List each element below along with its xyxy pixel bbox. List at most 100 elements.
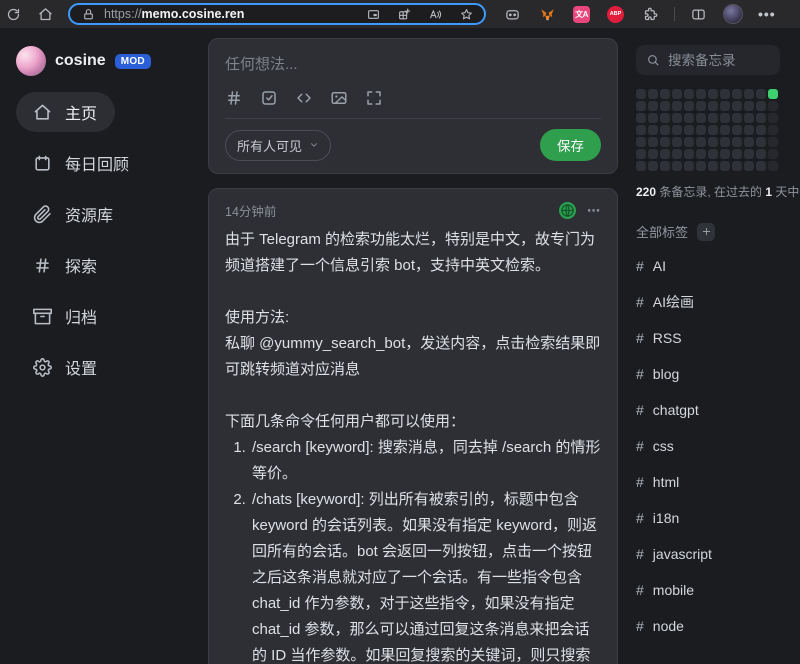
heatmap-cell bbox=[648, 161, 658, 171]
heatmap-cell bbox=[684, 161, 694, 171]
heatmap-cell bbox=[660, 125, 670, 135]
tag-name: RSS bbox=[653, 330, 682, 346]
address-bar[interactable]: https://memo.cosine.ren bbox=[68, 3, 486, 25]
tag-icon[interactable] bbox=[225, 89, 243, 107]
extensions-puzzle-icon[interactable] bbox=[641, 5, 659, 23]
tag-name: AI绘画 bbox=[653, 292, 694, 312]
heatmap-cell bbox=[756, 149, 766, 159]
sidebar-item-archive[interactable]: 归档 bbox=[16, 296, 115, 336]
memo-editor[interactable]: 任何想法... 所有人可见 保存 bbox=[208, 38, 618, 174]
memo-more-icon[interactable]: ⋯ bbox=[587, 203, 601, 219]
metamask-extension-icon[interactable] bbox=[538, 5, 556, 23]
hash-icon: # bbox=[636, 330, 644, 346]
heatmap-cell bbox=[732, 113, 742, 123]
tag-item[interactable]: # javascript bbox=[636, 536, 780, 572]
fullscreen-icon[interactable] bbox=[365, 89, 383, 107]
tag-item[interactable]: # AI绘画 bbox=[636, 284, 780, 320]
translate-extension-icon[interactable]: 文A bbox=[573, 6, 590, 23]
heatmap-cell bbox=[768, 161, 778, 171]
tag-item[interactable]: # blog bbox=[636, 356, 780, 392]
heatmap-cell bbox=[744, 125, 754, 135]
sidebar-item-label: 设置 bbox=[65, 355, 97, 379]
tag-item[interactable]: # mobile bbox=[636, 572, 780, 608]
hash-icon: # bbox=[636, 474, 644, 490]
bot-goggles-extension-icon[interactable] bbox=[503, 5, 521, 23]
browser-more-menu-icon[interactable]: ••• bbox=[758, 6, 776, 22]
heatmap-cell bbox=[660, 101, 670, 111]
heatmap-cell bbox=[672, 161, 682, 171]
image-icon[interactable] bbox=[330, 89, 348, 107]
tag-item[interactable]: # node bbox=[636, 608, 780, 644]
archive-icon bbox=[32, 306, 52, 326]
heatmap-cell bbox=[636, 113, 646, 123]
memo-content: 由于 Telegram 的检索功能太烂，特别是中文，故专门为频道搭建了一个信息引… bbox=[225, 227, 601, 664]
heatmap-cell bbox=[708, 137, 718, 147]
heatmap-cell bbox=[720, 149, 730, 159]
heatmap-cell bbox=[720, 101, 730, 111]
tag-item[interactable]: # AI bbox=[636, 248, 780, 284]
memo-command-item: /chats [keyword]: 列出所有被索引的，标题中包含 keyword… bbox=[250, 487, 601, 664]
heatmap-cell bbox=[756, 161, 766, 171]
heatmap-cell bbox=[768, 101, 778, 111]
hash-icon: # bbox=[636, 546, 644, 562]
save-button[interactable]: 保存 bbox=[540, 129, 601, 161]
code-icon[interactable] bbox=[295, 89, 313, 107]
read-aloud-icon[interactable] bbox=[426, 5, 444, 23]
hash-icon: # bbox=[636, 366, 644, 382]
add-tag-button[interactable] bbox=[697, 223, 715, 241]
tag-item[interactable]: # css bbox=[636, 428, 780, 464]
checkbox-icon[interactable] bbox=[260, 89, 278, 107]
sidebar-item-settings[interactable]: 设置 bbox=[16, 347, 115, 387]
heatmap-cell bbox=[672, 101, 682, 111]
heatmap-cell bbox=[768, 149, 778, 159]
bookmark-star-icon[interactable] bbox=[457, 5, 475, 23]
left-sidebar: cosine MOD 主页 每日回顾 资源库 探索 归档 bbox=[0, 28, 208, 664]
heatmap-cell bbox=[636, 161, 646, 171]
heatmap-cell bbox=[660, 161, 670, 171]
sidebar-item-resources[interactable]: 资源库 bbox=[16, 194, 131, 234]
tag-name: chatgpt bbox=[653, 402, 699, 418]
right-sidebar: 220 条备忘录, 在过去的 1 天中 全部标签 # AI # AI绘画 # R… bbox=[636, 28, 800, 664]
heatmap-cell bbox=[684, 125, 694, 135]
refresh-icon[interactable] bbox=[4, 5, 22, 23]
heatmap-cell bbox=[708, 113, 718, 123]
user-avatar[interactable] bbox=[16, 46, 46, 76]
heatmap-cell bbox=[636, 89, 646, 99]
sidebar-item-explore[interactable]: 探索 bbox=[16, 245, 115, 285]
visibility-select[interactable]: 所有人可见 bbox=[225, 130, 331, 161]
search-box[interactable] bbox=[636, 45, 780, 75]
heatmap-cell bbox=[756, 101, 766, 111]
heatmap-cell bbox=[636, 101, 646, 111]
heatmap-cell bbox=[648, 137, 658, 147]
memos-app: cosine MOD 主页 每日回顾 资源库 探索 归档 bbox=[0, 28, 800, 664]
heatmap-cell bbox=[684, 113, 694, 123]
public-globe-icon[interactable] bbox=[559, 202, 576, 219]
tag-item[interactable]: # RSS bbox=[636, 320, 780, 356]
browser-profile-avatar[interactable] bbox=[723, 4, 743, 24]
browser-home-icon[interactable] bbox=[36, 5, 54, 23]
tab-preview-icon[interactable] bbox=[364, 5, 382, 23]
adblock-extension-icon[interactable]: ABP bbox=[607, 6, 624, 23]
collections-add-icon[interactable] bbox=[395, 5, 413, 23]
editor-divider bbox=[225, 118, 601, 119]
url-text[interactable]: https://memo.cosine.ren bbox=[104, 7, 357, 21]
heatmap-cell bbox=[684, 101, 694, 111]
sidebar-item-daily-review[interactable]: 每日回顾 bbox=[16, 143, 147, 183]
tag-item[interactable]: # chatgpt bbox=[636, 392, 780, 428]
tag-name: node bbox=[653, 618, 684, 634]
sidebar-item-home[interactable]: 主页 bbox=[16, 92, 115, 132]
search-input[interactable] bbox=[668, 53, 770, 68]
tag-item[interactable]: # i18n bbox=[636, 500, 780, 536]
heatmap-cell bbox=[768, 137, 778, 147]
heatmap-cell bbox=[756, 137, 766, 147]
heatmap-cell bbox=[636, 149, 646, 159]
heatmap-cell bbox=[744, 113, 754, 123]
heatmap-cell bbox=[672, 113, 682, 123]
memo-paragraph: 由于 Telegram 的检索功能太烂，特别是中文，故专门为频道搭建了一个信息引… bbox=[225, 227, 601, 279]
heatmap-cell bbox=[696, 161, 706, 171]
editor-input[interactable]: 任何想法... bbox=[225, 53, 601, 74]
user-banner[interactable]: cosine MOD bbox=[16, 46, 208, 76]
heatmap-cell bbox=[648, 89, 658, 99]
tag-item[interactable]: # html bbox=[636, 464, 780, 500]
split-screen-icon[interactable] bbox=[689, 5, 707, 23]
